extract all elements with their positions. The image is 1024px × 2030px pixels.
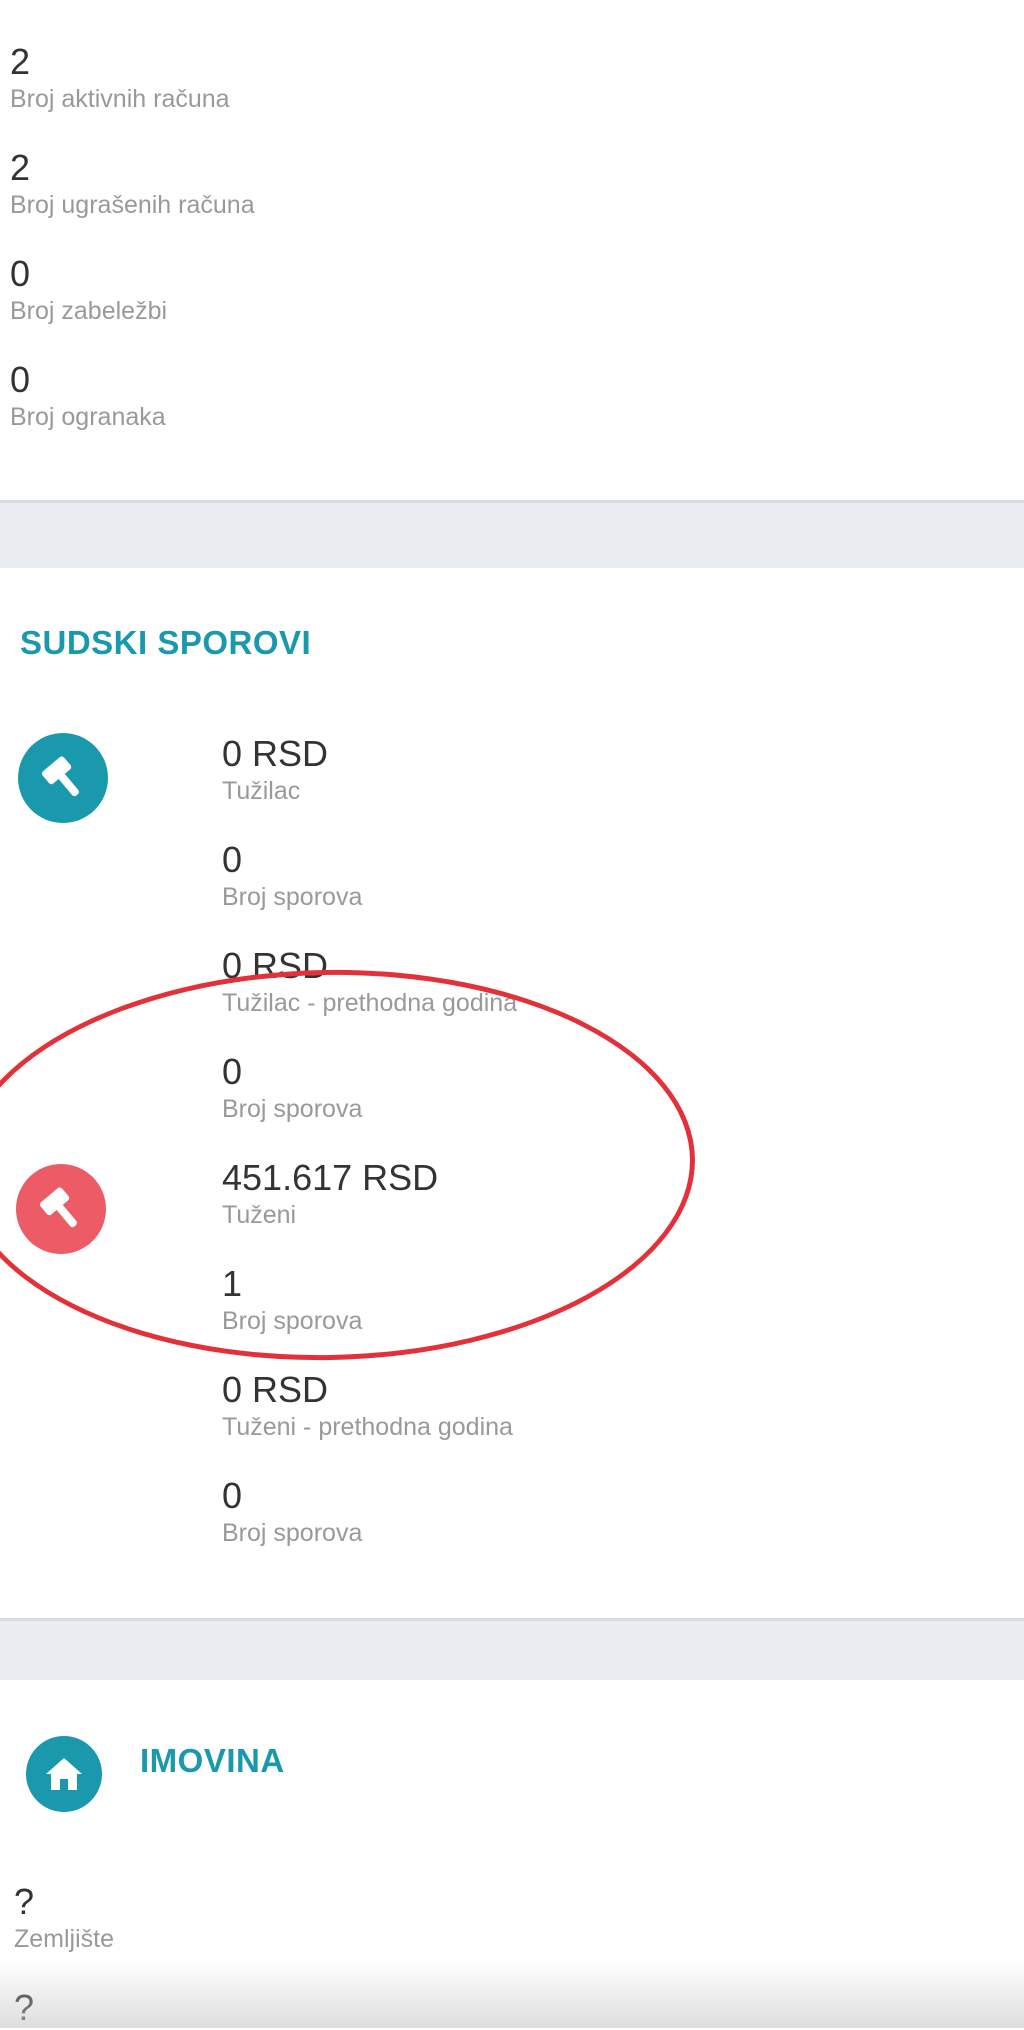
plaintiff-case-count: 0 Broj sporova bbox=[222, 838, 362, 912]
stat-label: Broj zabeležbi bbox=[10, 297, 168, 325]
stat-value: 0 RSD bbox=[222, 945, 329, 986]
stat-value: 0 bbox=[222, 1051, 243, 1092]
stat-value: 0 bbox=[222, 839, 243, 880]
stat-value: 0 bbox=[222, 1475, 243, 1516]
branches-stat: 0 Broj ogranaka bbox=[10, 358, 166, 432]
stat-label: Broj aktivnih računa bbox=[10, 85, 230, 113]
stat-value: 0 bbox=[10, 253, 31, 294]
stat-label: Tužilac bbox=[222, 777, 301, 805]
stat-label: Tuženi - prethodna godina bbox=[222, 1413, 513, 1441]
stat-label: Broj ugrašenih računa bbox=[10, 191, 255, 219]
gavel-icon bbox=[16, 1164, 106, 1254]
plaintiff-previous-year-case-count: 0 Broj sporova bbox=[222, 1050, 362, 1124]
gavel-icon bbox=[18, 733, 108, 823]
stat-value: 2 bbox=[10, 41, 31, 82]
active-accounts-stat: 2 Broj aktivnih računa bbox=[10, 40, 230, 114]
court-disputes-title: SUDSKI SPOROVI bbox=[20, 624, 312, 661]
stat-value: 1 bbox=[222, 1263, 243, 1304]
stat-label: Broj sporova bbox=[222, 1307, 363, 1335]
stat-value: 0 RSD bbox=[222, 733, 329, 774]
accounts-card: 2 Broj aktivnih računa 2 Broj ugrašenih … bbox=[0, 0, 1024, 500]
stat-label: Broj sporova bbox=[222, 883, 363, 911]
notes-stat: 0 Broj zabeležbi bbox=[10, 252, 167, 326]
stat-label: Tužilac - prethodna godina bbox=[222, 989, 518, 1017]
defendant-previous-year-case-count: 0 Broj sporova bbox=[222, 1474, 362, 1548]
stat-label: Zemljište bbox=[14, 1925, 115, 1953]
stat-label: Broj sporova bbox=[222, 1519, 363, 1547]
defendant-previous-year-amount: 0 RSD Tuženi - prethodna godina bbox=[222, 1368, 513, 1442]
defendant-amount: 451.617 RSD Tuženi bbox=[222, 1156, 438, 1230]
stat-value: 2 bbox=[10, 147, 31, 188]
section-divider bbox=[0, 1618, 1024, 1683]
defendant-case-count: 1 Broj sporova bbox=[222, 1262, 362, 1336]
plaintiff-amount: 0 RSD Tužilac bbox=[222, 732, 328, 806]
stat-label: Broj sporova bbox=[222, 1095, 363, 1123]
assets-title: IMOVINA bbox=[140, 1742, 285, 1779]
plaintiff-previous-year-amount: 0 RSD Tužilac - prethodna godina bbox=[222, 944, 517, 1018]
assets-card bbox=[0, 1680, 1024, 2028]
court-disputes-card bbox=[0, 568, 1024, 1618]
blocked-accounts-stat: 2 Broj ugrašenih računa bbox=[10, 146, 255, 220]
home-icon bbox=[26, 1736, 102, 1812]
stat-value: 451.617 RSD bbox=[222, 1157, 439, 1198]
stat-label: Tuženi bbox=[222, 1201, 297, 1229]
stat-value: ? bbox=[14, 1881, 35, 1922]
stat-value: ? bbox=[14, 1987, 35, 2028]
asset-stat: ? bbox=[14, 1986, 34, 2030]
stat-value: 0 bbox=[10, 359, 31, 400]
land-stat: ? Zemljište bbox=[14, 1880, 114, 1954]
section-divider bbox=[0, 500, 1024, 571]
stat-label: Broj ogranaka bbox=[10, 403, 166, 431]
stat-value: 0 RSD bbox=[222, 1369, 329, 1410]
